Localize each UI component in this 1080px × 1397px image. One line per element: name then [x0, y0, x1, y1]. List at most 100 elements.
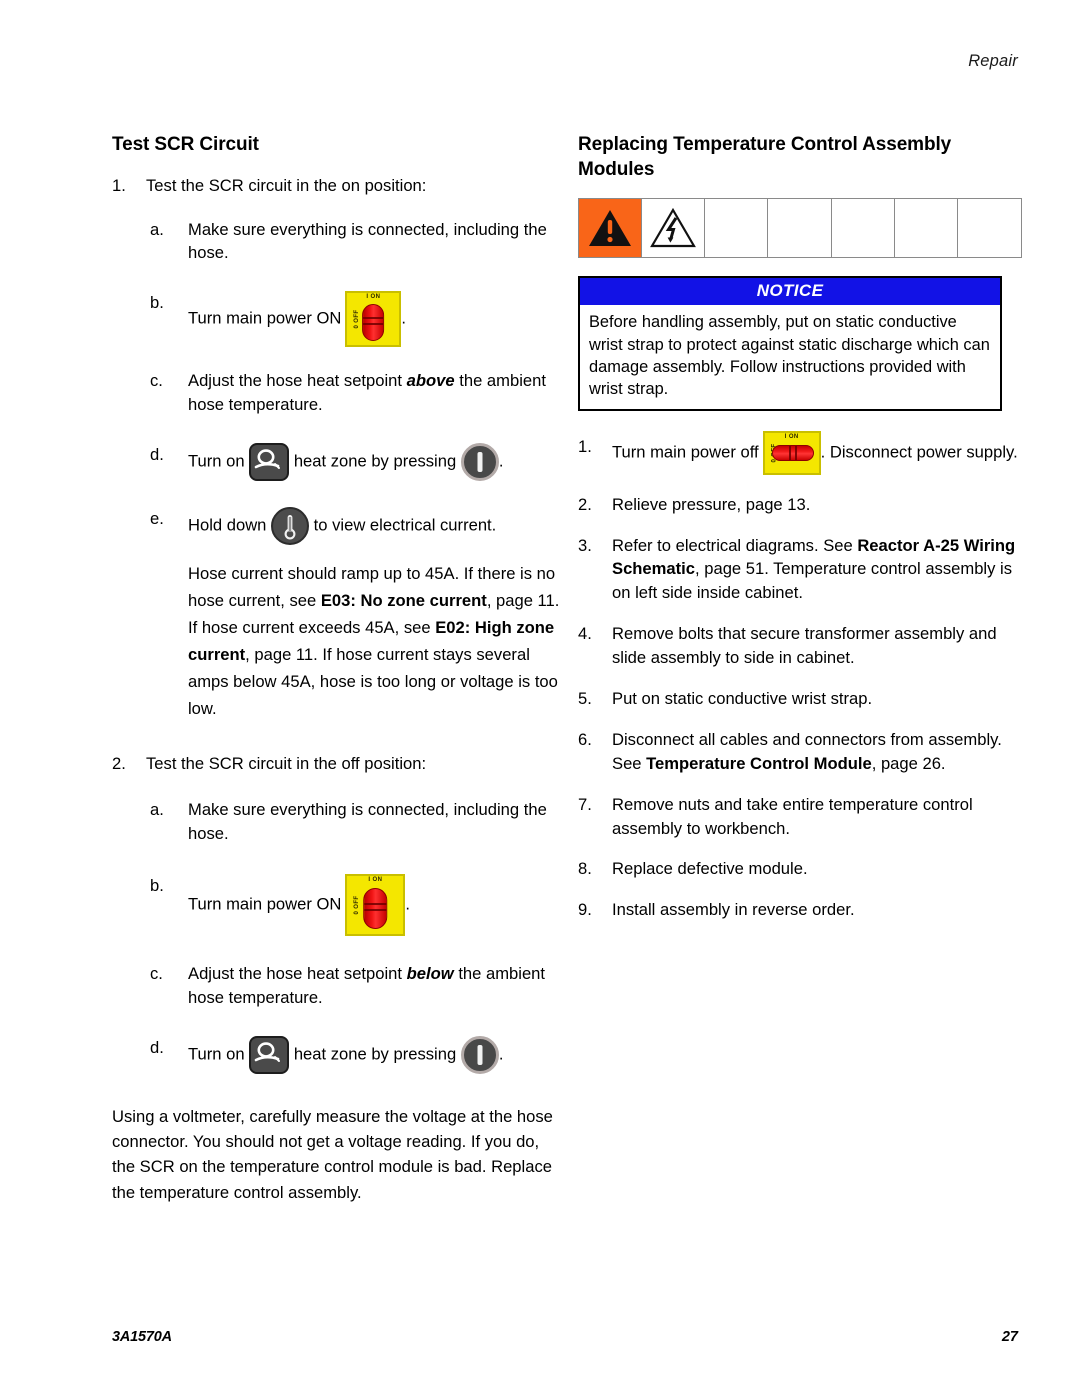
switch-on-label: I ON — [368, 877, 383, 884]
on-off-bar-glyph — [477, 1044, 483, 1066]
list-text: Turn on heat zone by pressing . — [188, 443, 564, 482]
electric-shock-glyph — [650, 208, 697, 248]
list-item: 4. Remove bolts that secure transformer … — [578, 622, 1018, 670]
thermometer-glyph — [284, 515, 296, 540]
list-text: Test the SCR circuit in the off position… — [146, 754, 427, 774]
list-marker: 5. — [578, 688, 592, 708]
list-item: 2. Relieve pressure, page 13. — [578, 493, 1018, 517]
switch-lever — [772, 444, 815, 461]
list-text-middle: heat zone by pressing — [293, 1044, 457, 1064]
list-text-part-1: Refer to electrical diagrams. See — [612, 535, 858, 555]
switch-lever — [362, 303, 385, 341]
emphasis-word: above — [406, 371, 455, 391]
list-text-before: Turn main power ON — [188, 308, 342, 328]
on-off-bar-glyph — [477, 451, 483, 473]
list-text-after: . — [498, 451, 504, 471]
note-bold-1: E03: No zone current — [320, 591, 487, 611]
left-column: Test SCR Circuit 1. Test the SCR circuit… — [112, 133, 564, 1219]
list-marker: 1. — [112, 175, 126, 195]
hose-heat-zone-glyph — [254, 449, 281, 470]
left-step-list-2: 2. Test the SCR circuit in the off posit… — [112, 752, 564, 1074]
list-marker: 3. — [578, 535, 592, 555]
list-item: c. Adjust the hose heat setpoint above t… — [112, 369, 564, 417]
list-item: d. Turn on heat zone by pressing . — [112, 1035, 564, 1074]
list-text: Turn main power offI ON0 OFF. Disconnect… — [612, 430, 1018, 475]
list-text-after: to view electrical current. — [313, 515, 497, 535]
empty-cell — [705, 199, 769, 258]
list-text-after: . — [498, 1044, 504, 1064]
list-text-before: Adjust the hose heat setpoint — [188, 964, 403, 984]
list-item: b. Turn main power ON I ON 0 OFF. — [112, 291, 564, 348]
list-text: Test the SCR circuit in the on position: — [146, 175, 427, 195]
general-warning-triangle-icon — [579, 199, 643, 258]
notice-heading: NOTICE — [580, 278, 1000, 306]
running-header: Repair — [968, 52, 1018, 70]
list-item: 1. Test the SCR circuit in the on positi… — [112, 174, 564, 198]
list-marker: b. — [150, 293, 164, 313]
empty-cell — [957, 199, 1021, 258]
warning-triangle-glyph — [589, 210, 632, 247]
list-text-after: . Disconnect power supply. — [820, 442, 1018, 462]
switch-lever — [363, 887, 388, 929]
right-step-list: 1. Turn main power offI ON0 OFF. Disconn… — [578, 430, 1018, 923]
electric-shock-hazard-icon — [642, 199, 706, 258]
list-item: 3. Refer to electrical diagrams. See Rea… — [578, 534, 1018, 606]
document-page: Repair Test SCR Circuit 1. Test the SCR … — [0, 0, 1080, 1397]
list-text: Disconnect all cables and connectors fro… — [612, 728, 1018, 776]
list-marker: 4. — [578, 624, 592, 644]
list-text: Remove bolts that secure transformer ass… — [612, 624, 997, 668]
list-marker: c. — [150, 371, 163, 391]
list-marker: 2. — [112, 754, 126, 774]
list-text-after: . — [401, 308, 407, 328]
footer-page-number: 27 — [1001, 1329, 1018, 1345]
list-text-bold: Temperature Control Module — [646, 753, 872, 773]
list-marker: 7. — [578, 794, 592, 814]
on-off-key-icon — [460, 443, 499, 482]
notice-body: Before handling assembly, put on static … — [589, 313, 990, 399]
list-text: Put on static conductive wrist strap. — [612, 688, 873, 708]
empty-cell — [831, 199, 895, 258]
list-marker: 9. — [578, 900, 592, 920]
list-text: Turn main power ON I ON 0 OFF. — [188, 874, 564, 937]
switch-on-label: I ON — [366, 294, 381, 301]
hazard-icon-strip — [578, 198, 1022, 259]
list-text-before: Hold down — [188, 515, 267, 535]
list-item: 7. Remove nuts and take entire temperatu… — [578, 793, 1018, 841]
list-item: b. Turn main power ON I ON 0 OFF. — [112, 874, 564, 937]
list-marker: b. — [150, 876, 164, 896]
list-text: Make sure everything is connected, inclu… — [188, 800, 547, 844]
list-marker: 1. — [578, 436, 592, 456]
list-text-before: Turn main power off — [612, 442, 759, 462]
list-item: 6. Disconnect all cables and connectors … — [578, 728, 1018, 776]
list-marker: 2. — [578, 494, 592, 514]
list-item: 5. Put on static conductive wrist strap. — [578, 687, 1018, 711]
power-switch-off-icon: I ON0 OFF — [762, 430, 821, 475]
list-marker: a. — [150, 800, 164, 820]
empty-cell — [768, 199, 832, 258]
left-section-title: Test SCR Circuit — [112, 134, 259, 155]
list-marker: 8. — [578, 859, 592, 879]
footer-doc-number: 3A1570A — [112, 1329, 172, 1345]
list-text-middle: heat zone by pressing — [293, 451, 457, 471]
list-item: e. Hold down to view electrical current. — [112, 507, 564, 546]
power-switch-on-icon: I ON 0 OFF — [345, 291, 402, 348]
empty-cell — [894, 199, 958, 258]
list-text-before: Turn on — [188, 451, 245, 471]
list-text-after: . — [405, 894, 411, 914]
switch-off-label: 0 OFF — [354, 895, 361, 915]
list-marker: a. — [150, 219, 164, 239]
list-text-before: Turn on — [188, 1044, 245, 1064]
list-item: 1. Turn main power offI ON0 OFF. Disconn… — [578, 430, 1018, 475]
right-section-title: Replacing Temperature Control Assembly M… — [578, 134, 952, 180]
notice-box: NOTICE Before handling assembly, put on … — [578, 276, 1002, 411]
on-off-key-icon — [460, 1035, 499, 1074]
list-text: Relieve pressure, page 13. — [612, 494, 811, 514]
switch-off-label: 0 OFF — [354, 309, 361, 329]
list-item: 8. Replace defective module. — [578, 857, 1018, 881]
list-text: Adjust the hose heat setpoint above the … — [188, 369, 564, 417]
list-text-before: Adjust the hose heat setpoint — [188, 371, 403, 391]
list-item: a. Make sure everything is connected, in… — [112, 218, 564, 266]
list-text-part-2: , page 26. — [871, 753, 946, 773]
list-text: Refer to electrical diagrams. See Reacto… — [612, 534, 1018, 606]
list-marker: 6. — [578, 729, 592, 749]
